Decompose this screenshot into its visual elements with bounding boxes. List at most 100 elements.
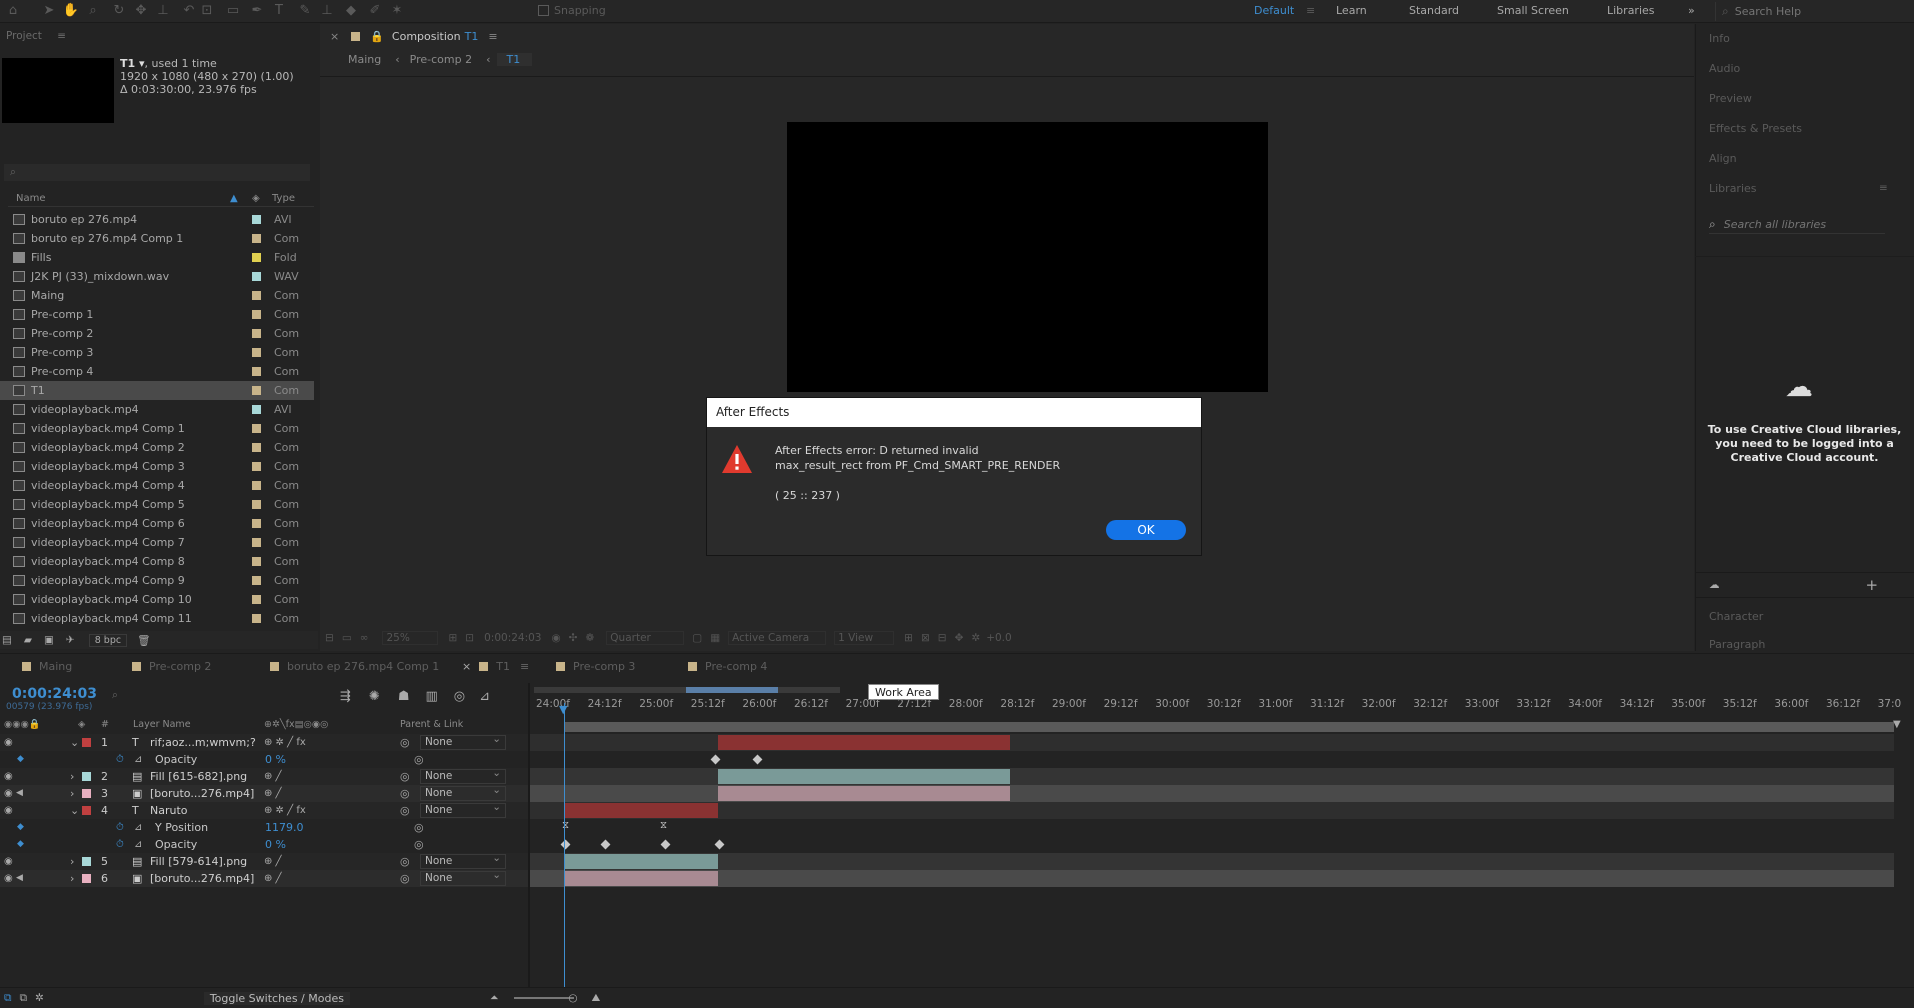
col-type[interactable]: Type xyxy=(272,193,295,204)
exposure-icon[interactable]: ✲ xyxy=(971,632,980,644)
stopwatch-icon[interactable]: ⏱ xyxy=(116,819,124,836)
puppet-tool-icon[interactable]: ✶ xyxy=(388,2,406,20)
label-swatch[interactable] xyxy=(252,253,261,262)
workspace-default[interactable]: Default xyxy=(1254,4,1294,17)
shy-icon[interactable]: ☗ xyxy=(398,689,410,704)
label-swatch[interactable] xyxy=(252,310,261,319)
timeline-current-time[interactable]: 0:00:24:03 xyxy=(12,686,97,702)
keyframe[interactable] xyxy=(660,839,671,850)
layer-label-swatch[interactable] xyxy=(82,772,91,781)
layer-label-swatch[interactable] xyxy=(82,789,91,798)
expand-twirl-icon[interactable]: › xyxy=(70,853,74,870)
3d-glasses-icon[interactable]: ∞ xyxy=(360,632,369,644)
channel-icon[interactable]: ❁ xyxy=(585,632,594,644)
layer-name[interactable]: Naruto xyxy=(150,802,188,819)
breadcrumb-t1[interactable]: T1 xyxy=(496,52,533,66)
layer-name[interactable]: [boruto...276.mp4] xyxy=(150,785,254,802)
expression-pick-whip-icon[interactable]: ◎ xyxy=(414,836,424,853)
breadcrumb-maing[interactable]: Maing xyxy=(348,53,381,66)
preview-icon[interactable]: ▭ xyxy=(342,632,352,644)
resolution-select[interactable]: Quarter xyxy=(606,631,685,645)
paragraph-panel[interactable]: Paragraph xyxy=(1709,638,1765,651)
pick-whip-icon[interactable]: ◎ xyxy=(400,853,410,870)
brush-tool-icon[interactable]: ✎ xyxy=(296,2,314,20)
project-item[interactable]: J2K PJ (33)_mixdown.wav WAV xyxy=(0,267,314,286)
layer-bar-3[interactable] xyxy=(718,786,1010,801)
layer-name[interactable]: Fill [615-682].png xyxy=(150,768,247,785)
expand-twirl-icon[interactable]: ⌄ xyxy=(70,734,79,751)
layer-row[interactable]: ◉ › 2 ▤ Fill [615-682].png ⊕ ╱ ◎ None xyxy=(0,767,530,785)
work-area-bar[interactable] xyxy=(564,722,1894,732)
layer-row[interactable]: ◉ ⌄ 1 Trif;aoz...m;wmvm;? ⊕ ✲ ╱ fx ◎ None xyxy=(0,733,530,751)
current-time[interactable]: 0:00:24:03 xyxy=(484,632,541,644)
search-help-input[interactable] xyxy=(1734,5,1895,18)
project-item[interactable]: videoplayback.mp4 Comp 7 Com xyxy=(0,533,314,552)
motion-blur-icon[interactable]: ◎ xyxy=(454,689,465,704)
label-swatch[interactable] xyxy=(252,614,261,623)
expand-twirl-icon[interactable]: ⌄ xyxy=(70,802,79,819)
parent-select[interactable]: None xyxy=(420,767,506,784)
exposure-value[interactable]: +0.0 xyxy=(986,632,1012,644)
project-item[interactable]: videoplayback.mp4 Comp 2 Com xyxy=(0,438,314,457)
selection-tool-icon[interactable]: ➤ xyxy=(40,2,58,20)
graph-icon[interactable]: ⊿ xyxy=(134,836,142,853)
property-row[interactable]: ◆ ⏱ ⊿ Opacity 0 % ◎ xyxy=(0,836,530,853)
snapshot-icon[interactable]: ◉ xyxy=(552,632,561,644)
expression-pick-whip-icon[interactable]: ◎ xyxy=(414,819,424,836)
layer-name[interactable]: rif;aoz...m;wmvm;? xyxy=(150,734,256,751)
layer-switches-icon[interactable]: ⧉ xyxy=(4,992,12,1005)
timeline-tab[interactable]: Maing xyxy=(22,657,72,677)
project-item[interactable]: Pre-comp 4 Com xyxy=(0,362,314,381)
keyframe-navigator-icon[interactable]: ◆ xyxy=(17,819,24,836)
label-swatch[interactable] xyxy=(252,519,261,528)
hold-keyframe[interactable]: ⧖ xyxy=(660,820,667,831)
type-tool-icon[interactable]: T xyxy=(270,2,288,20)
project-item-name[interactable]: T1 ▾ xyxy=(120,57,145,70)
workspace-small-screen[interactable]: Small Screen xyxy=(1497,4,1569,17)
fast-preview-icon[interactable]: ⊠ xyxy=(921,632,930,644)
zoom-in-icon[interactable]: ⛰ xyxy=(592,992,601,1005)
layer-label-swatch[interactable] xyxy=(82,874,91,883)
project-item[interactable]: videoplayback.mp4 Comp 10 Com xyxy=(0,590,314,609)
label-swatch[interactable] xyxy=(252,595,261,604)
audio-panel[interactable]: Audio xyxy=(1709,62,1740,75)
zoom-tool-icon[interactable]: ⌕ xyxy=(84,2,102,20)
camera-select[interactable]: Active Camera xyxy=(728,631,827,645)
visibility-eye-icon[interactable]: ◉ xyxy=(4,802,13,819)
layer-switches[interactable]: ⊕ ╱ xyxy=(264,853,282,870)
visibility-eye-icon[interactable]: ◉ xyxy=(4,768,13,785)
zoom-select[interactable]: 25% xyxy=(382,631,439,645)
pick-whip-icon[interactable]: ◎ xyxy=(400,802,410,819)
timeline-tab[interactable]: boruto ep 276.mp4 Comp 1 xyxy=(270,657,439,677)
label-swatch[interactable] xyxy=(252,386,261,395)
cloud-sync-icon[interactable]: ☁ xyxy=(1709,579,1720,591)
property-value[interactable]: 0 % xyxy=(265,836,286,853)
workspace-menu-icon[interactable]: ≡ xyxy=(1306,4,1315,17)
stopwatch-icon[interactable]: ⏱ xyxy=(116,751,124,768)
timeline-search[interactable]: ⌕ xyxy=(112,689,322,705)
libraries-search-input[interactable] xyxy=(1723,218,1874,231)
tab-menu-icon[interactable]: ≡ xyxy=(520,660,529,673)
anchor-tool-icon[interactable]: ⊥ xyxy=(154,2,172,20)
libraries-search[interactable]: ⌕ xyxy=(1709,216,1885,234)
expression-pick-whip-icon[interactable]: ◎ xyxy=(414,751,424,768)
safe-zones-icon[interactable]: ⊡ xyxy=(465,632,474,644)
graph-editor-icon[interactable]: ⊿ xyxy=(479,689,490,704)
label-swatch[interactable] xyxy=(252,462,261,471)
label-swatch[interactable] xyxy=(252,367,261,376)
new-comp-icon[interactable]: ▣ xyxy=(44,634,54,646)
label-swatch[interactable] xyxy=(252,557,261,566)
preview-panel[interactable]: Preview xyxy=(1709,92,1752,105)
keyframe-navigator-icon[interactable]: ◆ xyxy=(17,836,24,853)
workspace-learn[interactable]: Learn xyxy=(1336,4,1367,17)
property-value[interactable]: 1179.0 xyxy=(265,819,304,836)
keyframe[interactable] xyxy=(600,839,611,850)
playhead-handle[interactable]: ▼ xyxy=(559,703,567,716)
layer-name[interactable]: Fill [579-614].png xyxy=(150,853,247,870)
label-swatch[interactable] xyxy=(252,348,261,357)
home-icon[interactable]: ⌂ xyxy=(4,2,22,20)
add-icon[interactable]: + xyxy=(1866,576,1879,594)
expand-twirl-icon[interactable]: › xyxy=(70,785,74,802)
frame-blending-icon[interactable]: ▥ xyxy=(425,689,437,704)
stopwatch-icon[interactable]: ⏱ xyxy=(116,836,124,853)
